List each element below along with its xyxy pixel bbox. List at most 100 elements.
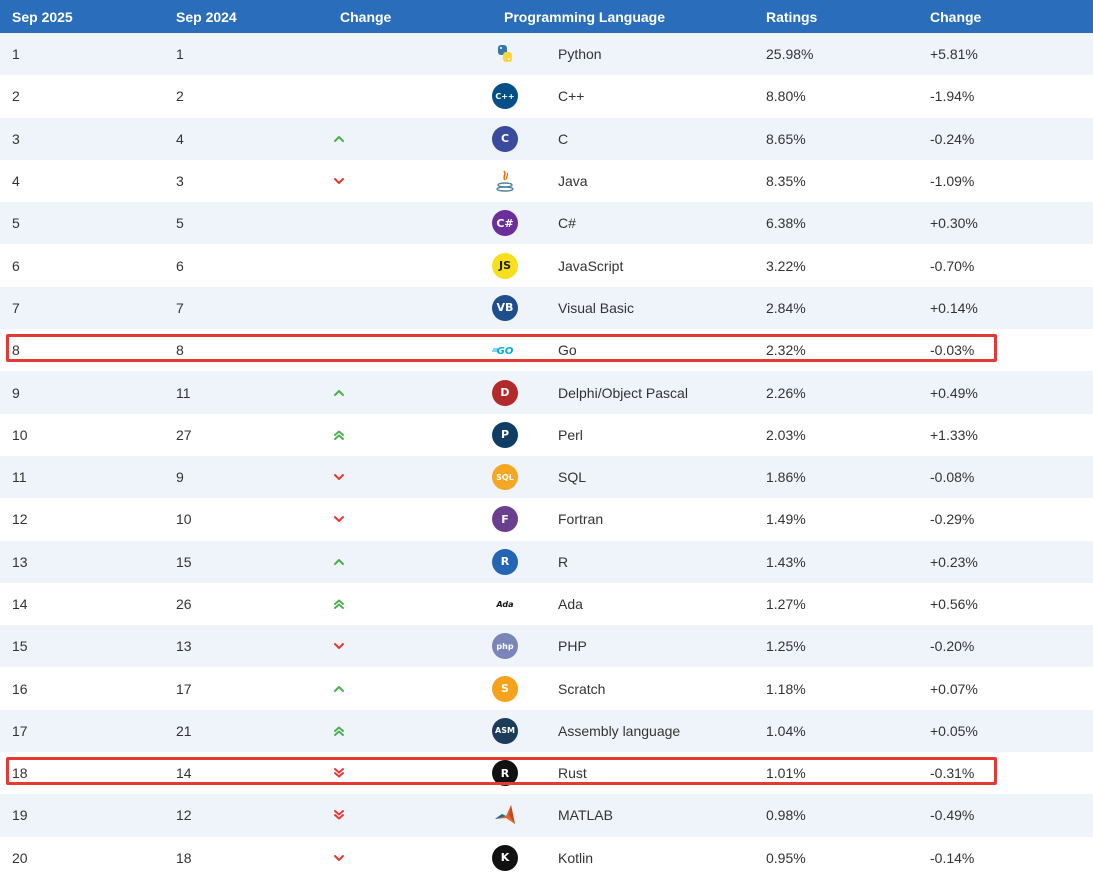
rank-change-indicator [328, 33, 492, 75]
rank-previous: 18 [176, 849, 192, 866]
table-row[interactable]: 8 8 GO Go 2.32% -0.03% [0, 329, 1093, 372]
rating-value: 25.98% [766, 46, 814, 63]
language-logo-cell: ASM [492, 710, 546, 752]
table-row[interactable]: 3 4 C C 8.65% -0.24% [0, 117, 1093, 160]
rank-current: 13 [12, 553, 28, 570]
r-icon: R [492, 548, 518, 575]
delphi-icon: D [492, 379, 518, 406]
language-name[interactable]: PHP [546, 625, 754, 667]
table-row[interactable]: 12 10 F Fortran 1.49% -0.29% [0, 498, 1093, 541]
language-name[interactable]: C [546, 118, 754, 160]
rank-previous: 14 [176, 765, 192, 782]
language-name[interactable]: Rust [546, 752, 754, 794]
language-logo-cell: C [492, 118, 546, 160]
rating-value: 1.01% [766, 765, 806, 782]
language-name[interactable]: Perl [546, 414, 754, 456]
language-name[interactable]: C++ [546, 75, 754, 117]
table-row[interactable]: 19 12 MATLAB 0.98% -0.49% [0, 794, 1093, 837]
rank-previous: 21 [176, 722, 192, 739]
language-name[interactable]: C# [546, 202, 754, 244]
header-programming-language[interactable]: Programming Language [492, 0, 754, 33]
table-row[interactable]: 16 17 S Scratch 1.18% +0.07% [0, 667, 1093, 710]
rating-change-value: +0.30% [930, 215, 978, 232]
language-name[interactable]: Ada [546, 583, 754, 625]
rating-change-value: -0.03% [930, 342, 975, 359]
table-row[interactable]: 2 2 C++ C++ 8.80% -1.94% [0, 75, 1093, 118]
table-row[interactable]: 13 15 R R 1.43% +0.23% [0, 540, 1093, 583]
language-name[interactable]: Fortran [546, 498, 754, 540]
table-row[interactable]: 11 9 SQL SQL 1.86% -0.08% [0, 455, 1093, 499]
php-icon: php [492, 633, 518, 660]
rating-change-value: +1.33% [930, 426, 978, 443]
rank-previous: 3 [176, 173, 184, 190]
rank-change-indicator [328, 329, 492, 371]
header-rating-change[interactable]: Change [918, 0, 1093, 33]
language-name[interactable]: Assembly language [546, 710, 754, 752]
rank-change-indicator [328, 414, 492, 456]
table-row[interactable]: 18 14 R Rust 1.01% -0.31% [0, 752, 1093, 795]
java-icon [492, 168, 518, 194]
language-name[interactable]: Go [546, 329, 754, 371]
rating-change-value: -0.29% [930, 511, 975, 528]
language-logo-cell: P [492, 414, 546, 456]
header-ratings[interactable]: Ratings [754, 0, 918, 33]
rank-current: 12 [12, 511, 28, 528]
language-name[interactable]: Java [546, 160, 754, 202]
table-row[interactable]: 15 13 php PHP 1.25% -0.20% [0, 625, 1093, 668]
chevron-down-icon [334, 474, 344, 481]
rank-previous: 17 [176, 680, 192, 697]
language-name[interactable]: MATLAB [546, 794, 754, 836]
table-row[interactable]: 10 27 P Perl 2.03% +1.33% [0, 413, 1093, 456]
language-logo-cell: VB [492, 287, 546, 329]
rating-change-value: -0.31% [930, 765, 975, 782]
rank-change-indicator [328, 667, 492, 709]
table-row[interactable]: 17 21 ASM Assembly language 1.04% +0.05% [0, 709, 1093, 753]
rank-previous: 27 [176, 426, 192, 443]
table-row[interactable]: 4 3 Java 8.35% -1.09% [0, 159, 1093, 203]
chevron-up-icon [334, 389, 344, 396]
kotlin-icon: K [492, 844, 518, 871]
rank-current: 3 [12, 130, 20, 147]
table-row[interactable]: 1 1 Python 25.98% +5.81% [0, 33, 1093, 76]
table-row[interactable]: 7 7 VB Visual Basic 2.84% +0.14% [0, 286, 1093, 330]
language-name[interactable]: Visual Basic [546, 287, 754, 329]
rating-change-value: -0.14% [930, 849, 975, 866]
language-name[interactable]: SQL [546, 456, 754, 498]
rating-value: 1.43% [766, 553, 806, 570]
language-logo-cell [492, 160, 546, 202]
language-logo-cell: SQL [492, 456, 546, 498]
table-row[interactable]: 5 5 C# C# 6.38% +0.30% [0, 202, 1093, 245]
rank-current: 17 [12, 722, 28, 739]
table-row[interactable]: 14 26 Ada Ada 1.27% +0.56% [0, 582, 1093, 626]
language-name[interactable]: Python [546, 33, 754, 75]
double-chevron-down-icon [334, 810, 344, 820]
fortran-icon: F [492, 506, 518, 533]
rating-change-value: +0.05% [930, 722, 978, 739]
language-logo-cell: K [492, 837, 546, 879]
language-name[interactable]: R [546, 541, 754, 583]
table-row[interactable]: 6 6 JS JavaScript 3.22% -0.70% [0, 244, 1093, 287]
rank-change-indicator [328, 752, 492, 794]
header-sep-2025[interactable]: Sep 2025 [0, 0, 164, 33]
sql-icon: SQL [492, 464, 518, 491]
header-sep-2024[interactable]: Sep 2024 [164, 0, 328, 33]
rank-previous: 10 [176, 511, 192, 528]
rank-previous: 5 [176, 215, 184, 232]
rating-value: 2.32% [766, 342, 806, 359]
header-rank-change[interactable]: Change [328, 0, 492, 33]
language-logo-cell: GO [492, 329, 546, 371]
language-name[interactable]: Scratch [546, 667, 754, 709]
rating-value: 2.84% [766, 299, 806, 316]
rating-value: 1.18% [766, 680, 806, 697]
language-name[interactable]: Delphi/Object Pascal [546, 371, 754, 413]
language-name[interactable]: JavaScript [546, 244, 754, 286]
table-row[interactable]: 9 11 D Delphi/Object Pascal 2.26% +0.49% [0, 371, 1093, 414]
table-row[interactable]: 20 18 K Kotlin 0.95% -0.14% [0, 836, 1093, 879]
c-icon: C [492, 125, 518, 152]
language-name[interactable]: Kotlin [546, 837, 754, 879]
rating-change-value: -1.09% [930, 173, 975, 190]
chevron-down-icon [334, 178, 344, 185]
rank-change-indicator [328, 583, 492, 625]
rank-change-indicator [328, 625, 492, 667]
rating-value: 0.98% [766, 807, 806, 824]
